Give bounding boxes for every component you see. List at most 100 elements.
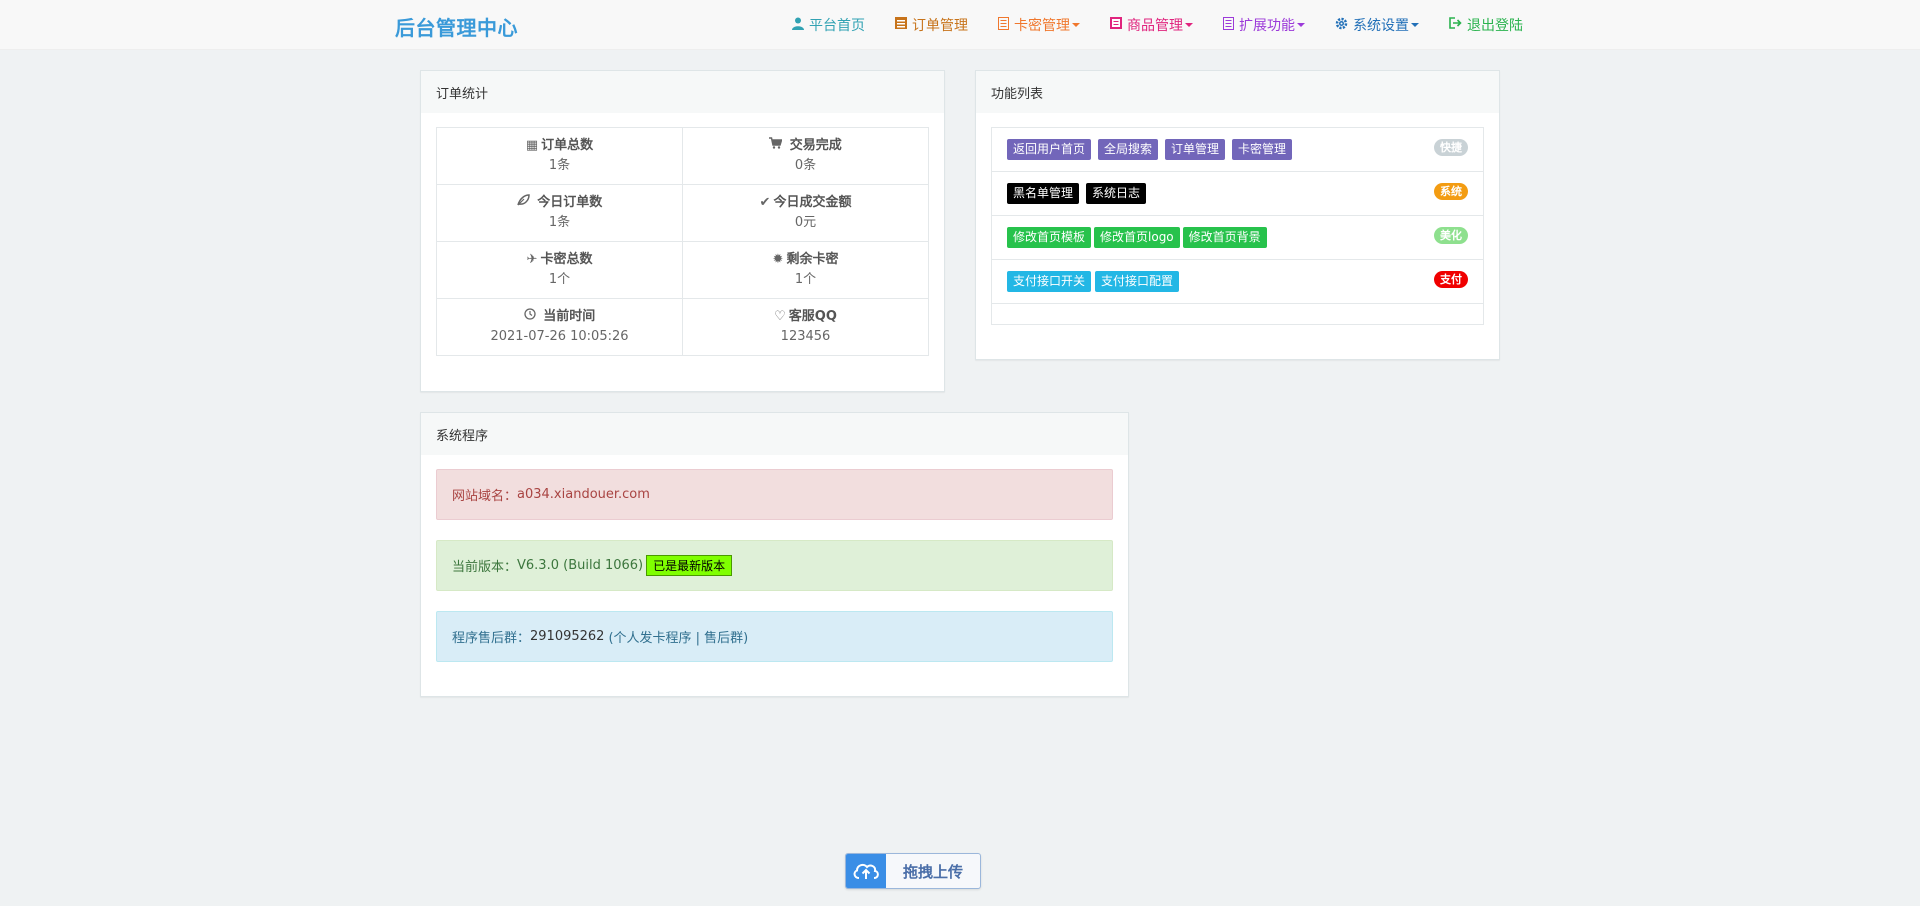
category-badge: 快捷 [1434, 139, 1468, 156]
global-search-button[interactable]: 全局搜索 [1098, 139, 1159, 160]
panel-title: 功能列表 [976, 71, 1499, 113]
order-stats-panel: 订单统计 ▦ 订单总数 1条 交易完成 0条 今日订单数 1条 ✔ 今日成交金额… [420, 70, 945, 392]
payment-switch-button[interactable]: 支付接口开关 [1007, 271, 1092, 292]
system-program-panel: 系统程序 网站域名： a034.xiandouer.com 当前版本： V6.3… [420, 412, 1129, 697]
cart-icon [769, 137, 787, 153]
upload-label: 拖拽上传 [902, 862, 963, 881]
chevron-down-icon [1411, 23, 1419, 27]
nav-item-label: 扩展功能 [1239, 18, 1295, 34]
clock-icon [524, 308, 541, 324]
stat-value: 0元 [794, 215, 817, 230]
card-management-button[interactable]: 卡密管理 [1232, 139, 1293, 160]
stat-cell-today-amount: ✔ 今日成交金额 0元 [682, 184, 929, 242]
function-row-beautify: 修改首页模板 修改首页logo 修改首页背景 美化 [992, 216, 1483, 260]
check-icon: ✔ [759, 195, 771, 210]
version-label: 当前版本： [452, 560, 518, 575]
nav-item-label: 系统设置 [1353, 18, 1409, 34]
nav-item-home[interactable]: 平台首页 [792, 0, 865, 50]
blacklist-button[interactable]: 黑名单管理 [1007, 183, 1080, 204]
domain-alert: 网站域名： a034.xiandouer.com [436, 469, 1113, 520]
domain-value: a034.xiandouer.com [517, 487, 650, 502]
category-badge: 系统 [1434, 183, 1468, 200]
stat-value: 0条 [794, 158, 817, 173]
chevron-down-icon [1297, 23, 1305, 27]
function-list-panel: 功能列表 返回用户首页 全局搜索 订单管理 卡密管理 快捷 黑名单管理 系统日志… [975, 70, 1500, 360]
version-alert: 当前版本： V6.3.0 (Build 1066) 已是最新版本 [436, 540, 1113, 591]
group-value: 291095262 [530, 629, 605, 644]
logout-icon [1449, 17, 1462, 33]
extend-icon [1223, 16, 1234, 34]
nav-item-logout[interactable]: 退出登陆 [1449, 0, 1523, 50]
version-value: V6.3.0 (Build 1066) [517, 558, 644, 573]
stat-label: 客服QQ [788, 309, 837, 324]
stat-cell-completed: 交易完成 0条 [682, 127, 929, 185]
goods-icon [1110, 17, 1122, 33]
edit-home-background-button[interactable]: 修改首页背景 [1182, 227, 1267, 248]
stat-value: 1条 [548, 158, 571, 173]
system-log-button[interactable]: 系统日志 [1086, 183, 1147, 204]
asterisk-icon: ✹ [772, 252, 784, 267]
nav-item-label: 卡密管理 [1014, 18, 1070, 34]
list-icon [895, 17, 907, 33]
stat-label: 当前时间 [543, 309, 596, 324]
latest-version-badge: 已是最新版本 [646, 555, 733, 576]
stat-value: 1个 [794, 272, 817, 287]
nav-item-orders[interactable]: 订单管理 [895, 0, 968, 50]
support-group-alert: 程序售后群： 291095262 (个人发卡程序 | 售后群) [436, 611, 1113, 662]
chevron-down-icon [1185, 23, 1193, 27]
stats-table: ▦ 订单总数 1条 交易完成 0条 今日订单数 1条 ✔ 今日成交金额 0元 ✈… [436, 127, 929, 356]
domain-label: 网站域名： [452, 489, 518, 504]
chevron-down-icon [1072, 23, 1080, 27]
top-navbar: 后台管理中心 平台首页 订单管理 卡密管理 商品管理 扩展功能 系统设置 退出登… [0, 0, 1920, 50]
nav-item-cards[interactable]: 卡密管理 [998, 0, 1080, 50]
stat-cell-today-orders: 今日订单数 1条 [436, 184, 683, 242]
back-to-user-home-button[interactable]: 返回用户首页 [1007, 139, 1092, 160]
category-badge: 美化 [1434, 227, 1468, 244]
edit-home-logo-button[interactable]: 修改首页logo [1094, 227, 1180, 248]
nav-item-goods[interactable]: 商品管理 [1110, 0, 1193, 50]
plane-icon: ✈ [526, 252, 538, 267]
panel-title: 订单统计 [421, 71, 944, 113]
heart-icon: ♡ [774, 309, 786, 324]
category-badge: 支付 [1434, 271, 1468, 288]
card-icon [998, 16, 1009, 34]
leaf-icon [516, 194, 535, 210]
stat-label: 订单总数 [541, 138, 594, 153]
cloud-upload-icon [846, 854, 886, 888]
stat-cell-card-remaining: ✹ 剩余卡密 1个 [682, 241, 929, 299]
main-nav: 平台首页 订单管理 卡密管理 商品管理 扩展功能 系统设置 退出登陆 [792, 0, 1553, 50]
nav-item-label: 平台首页 [809, 18, 865, 34]
edit-home-template-button[interactable]: 修改首页模板 [1007, 227, 1092, 248]
gear-icon [1335, 17, 1348, 34]
nav-item-label: 订单管理 [912, 18, 968, 34]
order-management-button[interactable]: 订单管理 [1165, 139, 1226, 160]
function-list: 返回用户首页 全局搜索 订单管理 卡密管理 快捷 黑名单管理 系统日志 系统 修… [991, 127, 1484, 325]
payment-config-button[interactable]: 支付接口配置 [1095, 271, 1180, 292]
stat-cell-current-time: 当前时间 2021-07-26 10:05:26 [436, 298, 683, 356]
stat-cell-service-qq: ♡ 客服QQ 123456 [682, 298, 929, 356]
stat-cell-card-total: ✈ 卡密总数 1个 [436, 241, 683, 299]
stat-label: 剩余卡密 [786, 252, 839, 267]
stat-label: 今日订单数 [537, 195, 603, 210]
brand-title[interactable]: 后台管理中心 [395, 12, 518, 41]
group-label: 程序售后群： [452, 631, 531, 646]
stat-value: 2021-07-26 10:05:26 [490, 329, 629, 344]
group-note: (个人发卡程序 | 售后群) [608, 631, 749, 646]
panel-title: 系统程序 [421, 413, 1128, 455]
function-row-empty [992, 304, 1483, 324]
grid-icon: ▦ [525, 138, 539, 153]
stat-label: 交易完成 [789, 138, 842, 153]
user-icon [792, 17, 804, 34]
stat-label: 卡密总数 [540, 252, 593, 267]
stat-value: 1条 [548, 215, 571, 230]
nav-item-settings[interactable]: 系统设置 [1335, 0, 1419, 50]
nav-item-label: 商品管理 [1127, 18, 1183, 34]
function-row-shortcuts: 返回用户首页 全局搜索 订单管理 卡密管理 快捷 [992, 128, 1483, 172]
drag-upload-widget[interactable]: 拖拽上传 [845, 853, 981, 889]
stat-value: 123456 [780, 329, 831, 344]
nav-item-extend[interactable]: 扩展功能 [1223, 0, 1305, 50]
stat-value: 1个 [548, 272, 571, 287]
function-row-payment: 支付接口开关 支付接口配置 支付 [992, 260, 1483, 304]
function-row-system: 黑名单管理 系统日志 系统 [992, 172, 1483, 216]
nav-item-label: 退出登陆 [1467, 18, 1523, 34]
